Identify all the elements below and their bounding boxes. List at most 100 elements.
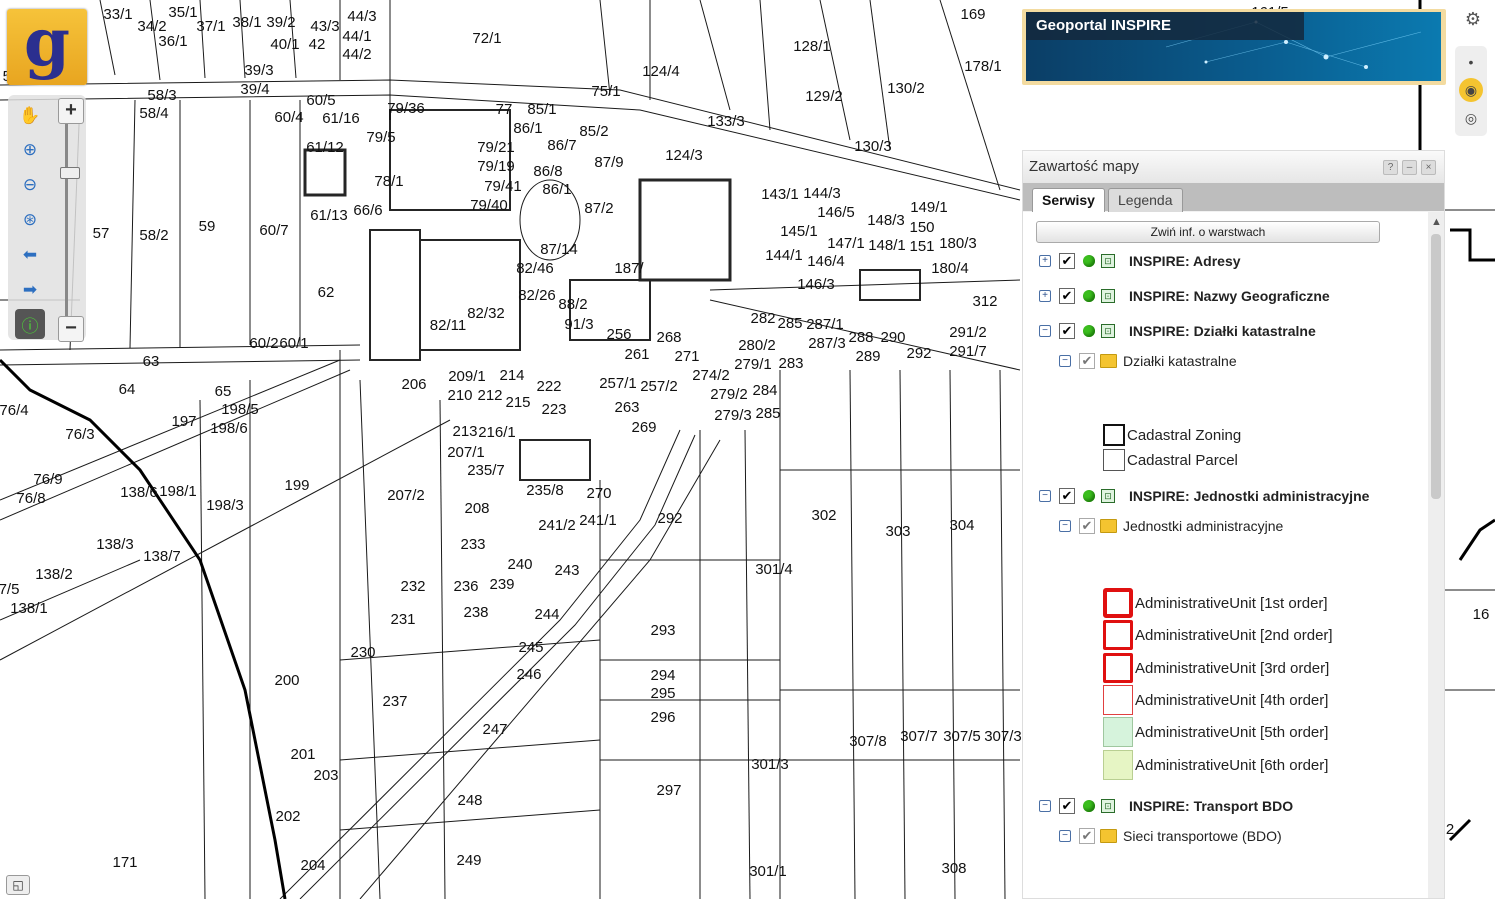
checkbox-icon[interactable]: ✔ — [1079, 828, 1095, 844]
parcel-label: 235/7 — [467, 462, 505, 479]
parcel-label: 303 — [885, 523, 910, 540]
arrow-left-icon[interactable]: ⬅ — [15, 240, 45, 270]
eye-outline-icon[interactable]: ◎ — [1459, 106, 1483, 130]
service-info-icon[interactable]: ⊡ — [1101, 489, 1115, 503]
hand-icon[interactable]: ✋ — [15, 101, 45, 131]
parcel-label: 180/3 — [939, 235, 977, 252]
parcel-label: 39/3 — [244, 62, 273, 79]
service-name: INSPIRE: Nazwy Geograficzne — [1129, 288, 1330, 304]
checkbox-icon[interactable]: ✔ — [1059, 288, 1075, 304]
parcel-label: 241/2 — [538, 517, 576, 534]
zoom-out-button[interactable]: − — [58, 316, 84, 342]
parcel-label: 79/21 — [477, 139, 515, 156]
service-row-transport: − ✔ ⊡ INSPIRE: Transport BDO — [1039, 795, 1293, 817]
collapse-icon[interactable]: − — [1059, 355, 1071, 367]
parcel-label: 58/4 — [139, 105, 168, 122]
zoom-in-icon[interactable]: ⊕ — [15, 135, 45, 165]
checkbox-icon[interactable]: ✔ — [1059, 488, 1075, 504]
collapse-layer-info-button[interactable]: Zwiń inf. o warstwach — [1036, 221, 1380, 243]
service-info-icon[interactable]: ⊡ — [1101, 324, 1115, 338]
zoom-extent-icon[interactable]: ⊛ — [15, 205, 45, 235]
parcel-label: 138/2 — [35, 566, 73, 583]
parcel-label: 130/2 — [887, 80, 925, 97]
checkbox-icon[interactable]: ✔ — [1059, 253, 1075, 269]
parcel-label: 138/3 — [96, 536, 134, 553]
parcel-label: 87/9 — [594, 154, 623, 171]
parcel-label: 145/1 — [780, 223, 818, 240]
eye-icon[interactable]: ◉ — [1459, 78, 1483, 102]
parcel-label: 268 — [656, 329, 681, 346]
parcel-label: 130/3 — [854, 138, 892, 155]
geoportal-logo[interactable]: g — [7, 9, 87, 85]
close-icon[interactable]: × — [1421, 160, 1436, 175]
parcel-label: 271 — [674, 348, 699, 365]
collapse-icon[interactable]: − — [1039, 325, 1051, 337]
gear-icon[interactable]: ⚙ — [1460, 6, 1486, 32]
overview-map-toggle-icon[interactable]: ◱ — [6, 875, 30, 895]
legend-swatch — [1103, 653, 1133, 683]
parcel-label: 231 — [390, 611, 415, 628]
parcel-label: 65 — [215, 383, 232, 400]
parcel-label: 204 — [300, 857, 325, 874]
parcel-label: 138/1 — [10, 600, 48, 617]
zoom-in-button[interactable]: + — [58, 98, 84, 124]
parcel-label: 39/2 — [266, 14, 295, 31]
parcel-label: 187/ — [614, 260, 644, 277]
collapse-icon[interactable]: − — [1059, 520, 1071, 532]
tab-legend[interactable]: Legenda — [1108, 188, 1183, 212]
service-info-icon[interactable]: ⊡ — [1101, 289, 1115, 303]
parcel-label: 72/1 — [472, 30, 501, 47]
parcel-label: 307/7 — [900, 728, 938, 745]
service-name: INSPIRE: Działki katastralne — [1129, 323, 1316, 339]
parcel-label: 215 — [505, 394, 530, 411]
legend-label: Cadastral Zoning — [1127, 426, 1242, 444]
scroll-thumb[interactable] — [1431, 234, 1441, 499]
checkbox-icon[interactable]: ✔ — [1059, 798, 1075, 814]
parcel-label: 76/3 — [65, 426, 94, 443]
zoom-slider-track[interactable] — [65, 118, 68, 318]
panel-scrollbar[interactable]: ▲ — [1428, 212, 1444, 898]
collapse-icon[interactable]: − — [1039, 490, 1051, 502]
parcel-label: 180/4 — [931, 260, 969, 277]
tab-services[interactable]: Serwisy — [1032, 188, 1105, 212]
parcel-label: 233 — [460, 536, 485, 553]
parcel-label: 91/3 — [564, 316, 593, 333]
checkbox-icon[interactable]: ✔ — [1059, 323, 1075, 339]
service-info-icon[interactable]: ⊡ — [1101, 799, 1115, 813]
panel-header: Zawartość mapy ? – × — [1023, 151, 1444, 183]
parcel-label: 82/46 — [516, 260, 554, 277]
collapse-icon[interactable]: − — [1039, 800, 1051, 812]
legend-label: AdministrativeUnit [6th order] — [1135, 756, 1329, 774]
service-info-icon[interactable]: ⊡ — [1101, 254, 1115, 268]
parcel-label: 60/1 — [279, 335, 308, 352]
expand-icon[interactable]: + — [1039, 290, 1051, 302]
info-icon[interactable]: ⓘ — [15, 309, 45, 339]
dot-icon[interactable]: • — [1459, 50, 1483, 74]
expand-icon[interactable]: + — [1039, 255, 1051, 267]
parcel-label: 58/3 — [147, 87, 176, 104]
parcel-label: 60/7 — [259, 222, 288, 239]
zoom-out-icon[interactable]: ⊖ — [15, 170, 45, 200]
folder-icon — [1100, 354, 1117, 368]
parcel-label: 124/3 — [665, 147, 703, 164]
parcel-label: 87/2 — [584, 200, 613, 217]
parcel-label: 40/1 — [270, 36, 299, 53]
parcel-label: 269 — [631, 419, 656, 436]
panel-tabs: Serwisy Legenda — [1023, 183, 1444, 212]
parcel-label: 44/1 — [342, 28, 371, 45]
minimize-icon[interactable]: – — [1402, 160, 1417, 175]
service-name: INSPIRE: Adresy — [1129, 253, 1241, 269]
parcel-label: 308 — [941, 860, 966, 877]
parcel-label: 151 — [909, 238, 934, 255]
scroll-up-icon[interactable]: ▲ — [1431, 216, 1442, 228]
parcel-label: 248 — [457, 792, 482, 809]
checkbox-icon[interactable]: ✔ — [1079, 353, 1095, 369]
parcel-label: 64 — [119, 381, 136, 398]
arrow-right-icon[interactable]: ➡ — [15, 275, 45, 305]
help-icon[interactable]: ? — [1383, 160, 1398, 175]
parcel-label: 42 — [309, 36, 326, 53]
checkbox-icon[interactable]: ✔ — [1079, 518, 1095, 534]
parcel-label: 295 — [650, 685, 675, 702]
zoom-slider-handle[interactable] — [60, 167, 80, 179]
collapse-icon[interactable]: − — [1059, 830, 1071, 842]
